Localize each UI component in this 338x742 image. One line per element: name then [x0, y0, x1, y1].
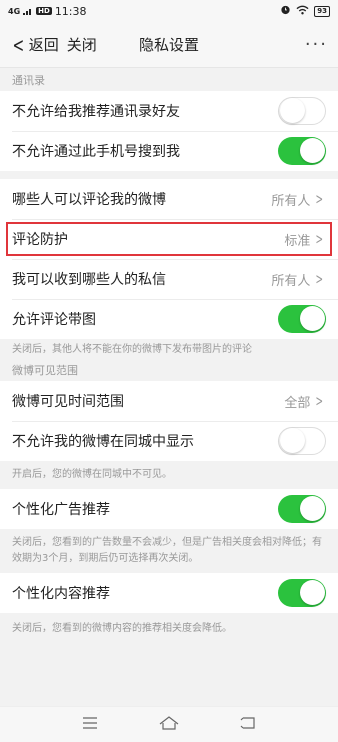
comments-group: 哪些人可以评论我的微博 所有人 > 评论防护 标准 > 我可以收到哪些人的私信 … [0, 179, 338, 339]
toggle-personalized-content[interactable] [278, 579, 326, 607]
row-value: 标准 > [284, 230, 326, 249]
chevron-right-icon: > [315, 270, 324, 288]
chevron-left-icon: < [12, 32, 25, 57]
note-ads: 关闭后，您看到的广告数量不会减少，但是广告相关度会相对降低；有效期为3个月，到期… [12, 537, 322, 564]
row-label: 评论防护 [12, 232, 68, 248]
toggle-knob [280, 98, 305, 123]
note-local: 开启后，您的微博在同城中不可见。 [12, 469, 172, 480]
menu-icon [81, 715, 99, 734]
chevron-right-icon: > [315, 190, 324, 208]
row-label: 个性化广告推荐 [12, 502, 110, 518]
home-icon [158, 715, 180, 735]
toggle-no-search-by-phone[interactable] [278, 137, 326, 165]
row-comment-protection[interactable]: 评论防护 标准 > [0, 219, 338, 259]
home-key[interactable] [157, 715, 181, 735]
toggle-knob [299, 496, 325, 521]
back-label: 返回 [28, 36, 59, 54]
note-content: 关闭后，您看到的微博内容的推荐相关度会降低。 [12, 623, 232, 634]
row-no-recommend-contacts: 不允许给我推荐通讯录好友 [0, 91, 338, 131]
row-label: 个性化内容推荐 [12, 586, 110, 602]
row-value: 所有人 > [271, 270, 326, 289]
toggle-knob [280, 428, 305, 453]
content-group: 个性化内容推荐 [0, 573, 338, 613]
status-left: 4G HD 11:38 [8, 5, 87, 18]
row-personalized-ads: 个性化广告推荐 [0, 489, 338, 529]
row-private-messages[interactable]: 我可以收到哪些人的私信 所有人 > [0, 259, 338, 299]
close-button[interactable]: 关闭 [67, 34, 97, 55]
more-options-button[interactable]: ··· [305, 34, 328, 55]
toggle-personalized-ads[interactable] [278, 495, 326, 523]
ads-group: 个性化广告推荐 [0, 489, 338, 529]
status-bar: 4G HD 11:38 93 [0, 0, 338, 22]
signal-icon [23, 5, 33, 18]
back-button[interactable]: < 返回 [0, 34, 59, 55]
value-text: 所有人 [271, 193, 311, 209]
row-label: 哪些人可以评论我的微博 [12, 192, 166, 208]
hd-badge: HD [36, 7, 52, 15]
row-label: 允许评论带图 [12, 312, 96, 328]
status-time: 11:38 [54, 4, 87, 18]
chevron-right-icon: > [315, 392, 324, 410]
section-header-contacts: 通讯录 [12, 73, 45, 87]
nav-bar: < 返回 关闭 隐私设置 ··· [0, 22, 338, 68]
row-hide-in-local: 不允许我的微博在同城中显示 [0, 421, 338, 461]
value-text: 标准 [284, 233, 311, 249]
row-allow-image-comments: 允许评论带图 [0, 299, 338, 339]
value-text: 所有人 [271, 273, 311, 289]
value-text: 全部 [284, 395, 311, 411]
network-label: 4G [8, 6, 21, 16]
toggle-knob [299, 306, 325, 331]
row-personalized-content: 个性化内容推荐 [0, 573, 338, 613]
status-right: 93 [280, 4, 330, 18]
row-no-search-by-phone: 不允许通过此手机号搜到我 [0, 131, 338, 171]
contacts-group: 不允许给我推荐通讯录好友 不允许通过此手机号搜到我 [0, 91, 338, 171]
battery-icon: 93 [314, 5, 330, 17]
visibility-group: 微博可见时间范围 全部 > 不允许我的微博在同城中显示 [0, 381, 338, 461]
alarm-icon [280, 4, 291, 18]
toggle-hide-in-local[interactable] [278, 427, 326, 455]
row-visible-time-range[interactable]: 微博可见时间范围 全部 > [0, 381, 338, 421]
menu-key[interactable] [78, 715, 102, 735]
section-gap [0, 171, 338, 179]
row-label: 微博可见时间范围 [12, 394, 124, 410]
row-label: 不允许通过此手机号搜到我 [12, 144, 180, 160]
wifi-icon [296, 5, 309, 18]
toggle-no-recommend-contacts[interactable] [278, 97, 326, 125]
return-icon [239, 715, 257, 734]
section-header-visibility: 微博可见范围 [12, 363, 78, 377]
row-value: 全部 > [284, 392, 326, 411]
toggle-allow-image-comments[interactable] [278, 305, 326, 333]
note-image-comments: 关闭后，其他人将不能在你的微博下发布带图片的评论 [12, 344, 252, 355]
row-who-can-comment[interactable]: 哪些人可以评论我的微博 所有人 > [0, 179, 338, 219]
row-label: 不允许我的微博在同城中显示 [12, 434, 194, 450]
chevron-right-icon: > [315, 230, 324, 248]
toggle-knob [299, 580, 325, 605]
row-label: 我可以收到哪些人的私信 [12, 272, 166, 288]
back-key[interactable] [236, 715, 260, 735]
system-nav-bar [0, 706, 338, 742]
row-label: 不允许给我推荐通讯录好友 [12, 104, 180, 120]
toggle-knob [299, 138, 325, 163]
row-value: 所有人 > [271, 190, 326, 209]
